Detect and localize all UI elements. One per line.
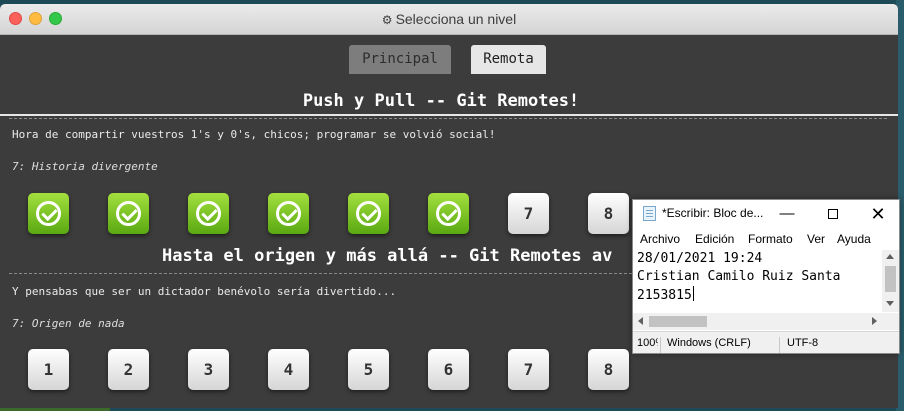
level-3-button[interactable] xyxy=(188,193,229,234)
maximize-button[interactable] xyxy=(820,203,846,225)
section-title-push-pull: Push y Pull -- Git Remotes! xyxy=(302,91,580,111)
close-button[interactable]: ✕ xyxy=(865,203,891,225)
level-2-button[interactable]: 2 xyxy=(108,349,149,390)
menu-ver[interactable]: Ver xyxy=(807,232,825,246)
section-description: Hora de compartir vuestros 1's y 0's, ch… xyxy=(12,128,496,141)
level-7-button[interactable]: 7 xyxy=(508,193,549,234)
notepad-statusbar: 100% Windows (CRLF) UTF-8 xyxy=(633,331,899,353)
level-4-button[interactable] xyxy=(268,193,309,234)
menu-edicion[interactable]: Edición xyxy=(695,232,734,246)
minimize-button[interactable]: — xyxy=(774,203,800,225)
vertical-scrollbar[interactable] xyxy=(882,250,899,312)
level-2-button[interactable] xyxy=(108,193,149,234)
notepad-text-area[interactable]: 28/01/2021 19:24 Cristian Camilo Ruiz San… xyxy=(637,250,882,312)
level-8-button[interactable]: 8 xyxy=(588,193,629,234)
level-8-button[interactable]: 8 xyxy=(588,349,629,390)
level-5-button[interactable]: 5 xyxy=(348,349,389,390)
check-circle-icon xyxy=(116,201,141,226)
scroll-right-icon[interactable] xyxy=(872,317,877,325)
status-line-endings: Windows (CRLF) xyxy=(667,337,751,349)
scrollbar-corner xyxy=(882,313,899,330)
status-separator xyxy=(660,337,661,353)
check-circle-icon xyxy=(356,201,381,226)
level-1-button[interactable]: 1 xyxy=(28,349,69,390)
text-line: Cristian Camilo Ruiz Santa xyxy=(637,269,841,284)
level-5-button[interactable] xyxy=(348,193,389,234)
horizontal-scroll-thumb[interactable] xyxy=(649,316,707,327)
level-6-button[interactable]: 6 xyxy=(428,349,469,390)
gear-icon: ⚙ xyxy=(381,13,393,27)
check-circle-icon xyxy=(196,201,221,226)
status-zoom: 100% xyxy=(637,337,658,349)
maximize-icon xyxy=(828,209,838,220)
check-circle-icon xyxy=(436,201,461,226)
menu-archivo[interactable]: Archivo xyxy=(640,232,680,246)
check-circle-icon xyxy=(276,201,301,226)
horizontal-scrollbar[interactable] xyxy=(633,313,882,330)
scroll-left-icon[interactable] xyxy=(638,317,643,325)
scroll-up-icon[interactable] xyxy=(886,254,894,259)
text-line: 28/01/2021 19:24 xyxy=(637,251,763,266)
check-circle-icon xyxy=(36,201,61,226)
notepad-menubar: Archivo Edición Formato Ver Ayuda xyxy=(633,230,899,248)
text-caret xyxy=(692,286,694,301)
level-7-button[interactable]: 7 xyxy=(508,349,549,390)
notepad-title: *Escribir: Bloc de... xyxy=(662,206,764,220)
level-3-button[interactable]: 3 xyxy=(188,349,229,390)
level-1-button[interactable] xyxy=(28,193,69,234)
window-title: ⚙ Selecciona un nivel xyxy=(0,11,898,27)
sequence-tabs: Principal Remota xyxy=(0,45,898,116)
window-titlebar: ⚙ Selecciona un nivel xyxy=(0,4,898,35)
section-title-remotes-advanced: Hasta el origen y más allá -- Git Remote… xyxy=(162,246,613,266)
level-4-button[interactable]: 4 xyxy=(268,349,309,390)
vertical-scroll-thumb[interactable] xyxy=(885,266,896,292)
notepad-titlebar[interactable]: *Escribir: Bloc de... — ✕ xyxy=(633,200,899,228)
tab-principal[interactable]: Principal xyxy=(349,45,451,74)
level-6-button[interactable] xyxy=(428,193,469,234)
notepad-window: *Escribir: Bloc de... — ✕ Archivo Edició… xyxy=(632,199,900,354)
section-divider xyxy=(9,118,887,119)
hovered-level-name: 7: Historia divergente xyxy=(12,160,158,173)
tab-remota[interactable]: Remota xyxy=(471,45,546,74)
notepad-doc-icon xyxy=(643,206,656,221)
tabs-divider xyxy=(0,114,898,116)
scroll-down-icon[interactable] xyxy=(886,301,894,306)
menu-ayuda[interactable]: Ayuda xyxy=(837,232,871,246)
text-line: 2153815 xyxy=(637,288,692,303)
hovered-level-name: 7: Origen de nada xyxy=(12,317,125,330)
section-description: Y pensabas que ser un dictador benévolo … xyxy=(12,285,397,298)
status-encoding: UTF-8 xyxy=(787,337,819,349)
window-title-text: Selecciona un nivel xyxy=(395,11,517,27)
status-separator xyxy=(779,337,780,353)
menu-formato[interactable]: Formato xyxy=(748,232,793,246)
